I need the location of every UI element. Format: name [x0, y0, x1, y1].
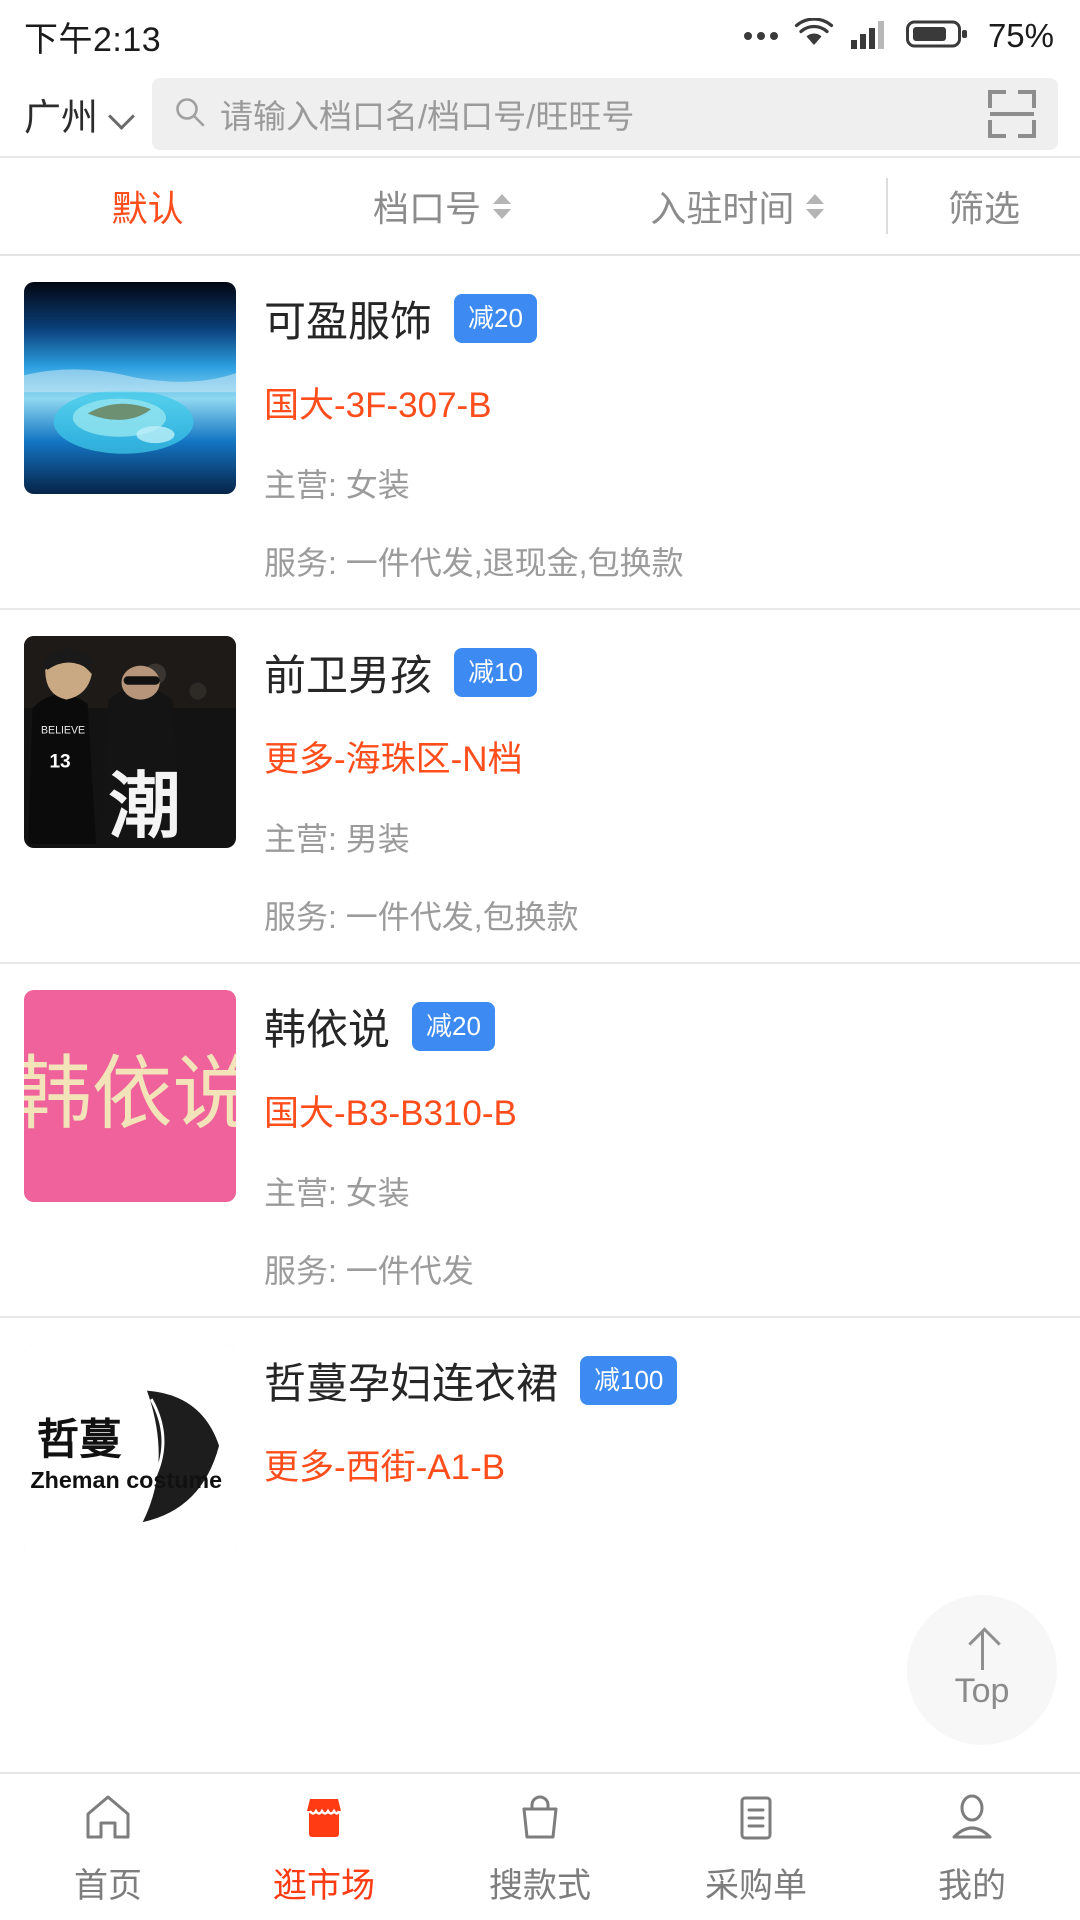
svg-text:Zheman costume: Zheman costume: [30, 1467, 222, 1493]
sort-arrows-icon: [491, 193, 513, 219]
filter-button[interactable]: 筛选: [888, 158, 1080, 254]
shop-list-item[interactable]: 可盈服饰 减20 国大-3F-307-B 主营: 女装 服务: 一件代发,退现金…: [0, 256, 1080, 610]
back-to-top-button[interactable]: Top: [908, 1596, 1056, 1744]
tab-home-label: 首页: [74, 1866, 142, 1905]
shop-name: 韩依说: [264, 1006, 391, 1053]
sort-tab-stall-number[interactable]: 档口号: [295, 158, 590, 254]
chevron-down-icon: [110, 107, 136, 121]
shop-name: 哲蔓孕妇连衣裙: [264, 1360, 559, 1407]
shop-thumbnail[interactable]: 哲蔓 Zheman costume: [24, 1344, 236, 1556]
sort-arrows-icon: [804, 193, 826, 219]
shop-title-row: 前卫男孩 减10: [264, 642, 1056, 703]
home-icon: [79, 1788, 137, 1846]
discount-badge: 减20: [412, 1002, 495, 1051]
shop-info: 哲蔓孕妇连衣裙 减100 更多-西街-A1-B: [264, 1344, 1056, 1556]
scan-qr-icon[interactable]: [986, 88, 1038, 140]
svg-text:BELIEVE: BELIEVE: [41, 725, 85, 737]
shop-list-item[interactable]: 13 BELIEVE 潮 前卫男孩 减10 更多-海珠区-N档 主营: 男装 服…: [0, 610, 1080, 964]
search-box[interactable]: 请输入档口名/档口号/旺旺号: [152, 78, 1058, 150]
app-root: 下午2:13 75% 广州 请输入档口名/档口号/旺旺号 默认 档口号 入驻时间…: [0, 0, 1080, 1920]
shop-info: 可盈服饰 减20 国大-3F-307-B 主营: 女装 服务: 一件代发,退现金…: [264, 282, 1056, 584]
shop-name: 可盈服饰: [264, 298, 433, 345]
tab-mine-label: 我的: [938, 1866, 1006, 1905]
bottom-tab-bar: 首页 逛市场 搜款式 采购单 我的: [0, 1772, 1080, 1920]
sort-tab-join-time-label: 入驻时间: [650, 188, 795, 229]
shop-services: 服务: 一件代发: [264, 1253, 474, 1289]
shop-thumbnail[interactable]: 韩依说: [24, 990, 236, 1202]
discount-badge: 减100: [580, 1356, 678, 1405]
shop-address[interactable]: 国大-3F-307-B: [264, 377, 1056, 428]
tab-home[interactable]: 首页: [0, 1774, 216, 1920]
sort-filter-bar: 默认 档口号 入驻时间 筛选: [0, 156, 1080, 256]
discount-badge: 减20: [454, 294, 537, 343]
shop-list: 可盈服饰 减20 国大-3F-307-B 主营: 女装 服务: 一件代发,退现金…: [0, 256, 1080, 1580]
tab-purchase-order[interactable]: 采购单: [648, 1774, 864, 1920]
shop-services: 服务: 一件代发,包换款: [264, 899, 579, 935]
shop-list-item[interactable]: 哲蔓 Zheman costume 哲蔓孕妇连衣裙 减100 更多-西街-A1-…: [0, 1318, 1080, 1580]
shop-title-row: 可盈服饰 减20: [264, 288, 1056, 349]
cellular-signal-icon: [850, 18, 890, 55]
sort-tab-stall-number-label: 档口号: [372, 188, 481, 229]
tab-styles[interactable]: 搜款式: [432, 1774, 648, 1920]
shop-info: 韩依说 减20 国大-B3-B310-B 主营: 女装 服务: 一件代发: [264, 990, 1056, 1292]
status-bar-icons: 75%: [743, 17, 1054, 55]
city-label: 广州: [24, 97, 98, 138]
shop-services: 服务: 一件代发,退现金,包换款: [264, 545, 684, 581]
shop-main-category: 主营: 女装: [264, 1175, 410, 1211]
bag-icon: [511, 1788, 569, 1846]
shop-name: 前卫男孩: [264, 652, 433, 699]
svg-text:韩依说: 韩依说: [24, 1049, 236, 1139]
sort-tab-default-label: 默认: [111, 188, 184, 229]
shop-thumbnail[interactable]: 13 BELIEVE 潮: [24, 636, 236, 848]
tab-market-label: 逛市场: [273, 1866, 375, 1905]
battery-percentage: 75%: [987, 17, 1054, 54]
search-input[interactable]: 请输入档口名/档口号/旺旺号: [220, 90, 972, 138]
shop-icon: [295, 1788, 353, 1846]
back-to-top-label: Top: [954, 1671, 1010, 1710]
tab-market[interactable]: 逛市场: [216, 1774, 432, 1920]
svg-text:哲蔓: 哲蔓: [37, 1416, 122, 1463]
shop-main-category: 主营: 男装: [264, 821, 410, 857]
shop-title-row: 哲蔓孕妇连衣裙 减100: [264, 1350, 1056, 1411]
status-bar: 下午2:13 75%: [0, 0, 1080, 72]
shop-list-item[interactable]: 韩依说 韩依说 减20 国大-B3-B310-B 主营: 女装 服务: 一件代发: [0, 964, 1080, 1318]
status-bar-time: 下午2:13: [24, 20, 162, 59]
arrow-up-icon: [965, 1630, 999, 1670]
shop-address[interactable]: 更多-海珠区-N档: [264, 731, 1056, 782]
filter-button-label: 筛选: [947, 188, 1020, 229]
svg-text:潮: 潮: [109, 767, 181, 847]
tab-mine[interactable]: 我的: [864, 1774, 1080, 1920]
tab-purchase-order-label: 采购单: [705, 1866, 807, 1905]
tab-styles-label: 搜款式: [489, 1866, 591, 1905]
search-header: 广州 请输入档口名/档口号/旺旺号: [0, 72, 1080, 156]
sort-tab-default[interactable]: 默认: [0, 158, 295, 254]
shop-address[interactable]: 更多-西街-A1-B: [264, 1439, 1056, 1490]
clipboard-icon: [727, 1788, 785, 1846]
shop-thumbnail[interactable]: [24, 282, 236, 494]
shop-main-category: 主营: 女装: [264, 467, 410, 503]
person-icon: [943, 1788, 1001, 1846]
sort-tab-join-time[interactable]: 入驻时间: [591, 158, 886, 254]
search-icon: [174, 96, 206, 133]
shop-title-row: 韩依说 减20: [264, 996, 1056, 1057]
wifi-icon: [794, 17, 834, 55]
shop-address[interactable]: 国大-B3-B310-B: [264, 1085, 1056, 1136]
shop-info: 前卫男孩 减10 更多-海珠区-N档 主营: 男装 服务: 一件代发,包换款: [264, 636, 1056, 938]
svg-text:13: 13: [49, 751, 70, 772]
more-dots-icon: [743, 32, 778, 40]
city-selector[interactable]: 广州: [24, 87, 136, 141]
battery-icon: [905, 18, 968, 55]
discount-badge: 减10: [454, 648, 537, 697]
